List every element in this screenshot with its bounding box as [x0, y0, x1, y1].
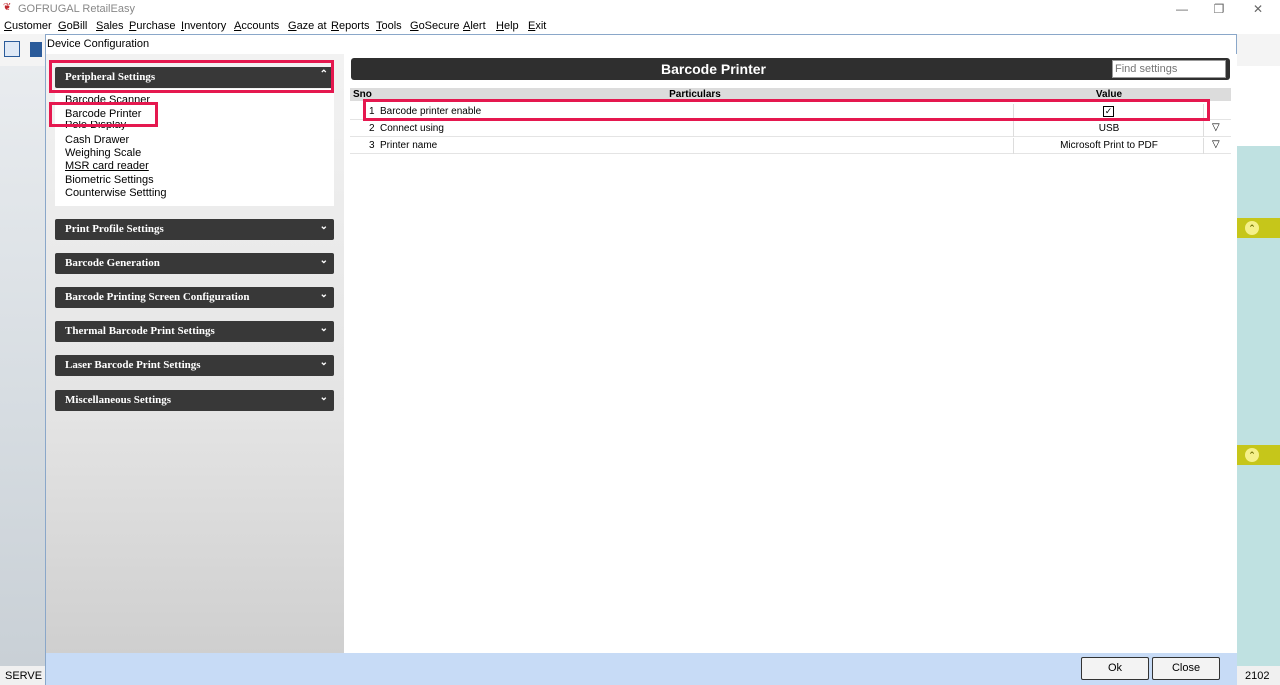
row-sno: 2: [369, 123, 375, 134]
dropdown-arrow-icon[interactable]: ▽: [1212, 139, 1220, 150]
menu-help[interactable]: Help: [496, 20, 519, 32]
chevron-up-icon[interactable]: ⌃: [1245, 448, 1259, 462]
section-laser-barcode[interactable]: Laser Barcode Print Settings ⌄: [55, 355, 334, 376]
collapse-bar[interactable]: ⌃: [1237, 445, 1280, 465]
row-particulars: Connect using: [380, 123, 444, 134]
table-row[interactable]: 3 Printer name Microsoft Print to PDF ▽: [350, 138, 1231, 154]
menu-reports[interactable]: Reports: [331, 20, 370, 32]
dialog-title: Device Configuration: [47, 38, 150, 50]
highlight-enable-row: [363, 99, 1210, 121]
panel-title: Barcode Printer: [660, 61, 767, 77]
list-item-counterwise-setting[interactable]: Counterwise Settting: [65, 187, 167, 199]
chevron-down-icon[interactable]: ⌄: [320, 289, 328, 300]
toolbar: [0, 34, 45, 66]
menu-exit[interactable]: Exit: [528, 20, 546, 32]
chevron-down-icon[interactable]: ⌄: [320, 255, 328, 266]
background-panel-right-top: [1237, 66, 1280, 146]
close-window-icon[interactable]: ✕: [1243, 1, 1273, 17]
menu-purchase[interactable]: Purchase: [129, 20, 175, 32]
dropdown-arrow-icon[interactable]: ▽: [1212, 122, 1220, 133]
chevron-up-icon[interactable]: ⌃: [1245, 221, 1259, 235]
menu-tools[interactable]: Tools: [376, 20, 402, 32]
row-sno: 3: [369, 140, 375, 151]
section-label: Barcode Generation: [65, 257, 160, 269]
connect-using-value[interactable]: USB: [1014, 123, 1204, 134]
chevron-down-icon[interactable]: ⌄: [320, 392, 328, 403]
status-left: SERVE: [5, 670, 43, 682]
ok-button[interactable]: Ok: [1081, 657, 1149, 680]
section-print-profile-settings[interactable]: Print Profile Settings ⌄: [55, 219, 334, 240]
menu-gaze-at[interactable]: Gaze at: [288, 20, 327, 32]
cell-divider: [1203, 121, 1204, 137]
minimize-icon[interactable]: —: [1167, 1, 1197, 17]
section-thermal-barcode[interactable]: Thermal Barcode Print Settings ⌄: [55, 321, 334, 342]
background-panel-left: [0, 66, 45, 666]
highlight-peripheral-settings: [49, 60, 334, 93]
highlight-barcode-printer: [49, 102, 158, 127]
section-barcode-printing-screen[interactable]: Barcode Printing Screen Configuration ⌄: [55, 287, 334, 308]
list-item-biometric-settings[interactable]: Biometric Settings: [65, 174, 154, 186]
menu-accounts[interactable]: Accounts: [234, 20, 279, 32]
close-button[interactable]: Close: [1152, 657, 1220, 680]
dialog-footer: [46, 653, 1237, 685]
close-label: Close: [1171, 662, 1201, 674]
row-particulars: Printer name: [380, 140, 438, 151]
title-bar: [0, 0, 1280, 19]
status-right: 2102: [1245, 670, 1270, 682]
document-icon[interactable]: [4, 41, 20, 57]
app-logo-icon: ❦: [3, 2, 12, 13]
chevron-down-icon[interactable]: ⌄: [320, 221, 328, 232]
cell-divider: [1203, 138, 1204, 154]
save-icon[interactable]: [30, 42, 42, 57]
section-label: Barcode Printing Screen Configuration: [65, 291, 250, 303]
menu-gosecure[interactable]: GoSecure: [410, 20, 460, 32]
collapse-bar[interactable]: ⌃: [1237, 218, 1280, 238]
section-label: Thermal Barcode Print Settings: [65, 325, 215, 337]
ok-label: Ok: [1107, 662, 1123, 674]
section-label: Laser Barcode Print Settings: [65, 359, 201, 371]
menu-bar: Customer GoBill Sales Purchase Inventory…: [0, 19, 1280, 34]
section-label: Print Profile Settings: [65, 223, 164, 235]
list-item-cash-drawer[interactable]: Cash Drawer: [65, 134, 129, 146]
table-row[interactable]: 2 Connect using USB ▽: [350, 121, 1231, 137]
printer-name-value[interactable]: Microsoft Print to PDF: [1014, 140, 1204, 151]
maximize-icon[interactable]: ❐: [1204, 1, 1234, 17]
menu-alert[interactable]: Alert: [463, 20, 486, 32]
menu-sales[interactable]: Sales: [96, 20, 124, 32]
find-settings-input[interactable]: [1112, 60, 1226, 78]
list-item-weighing-scale[interactable]: Weighing Scale: [65, 147, 141, 159]
panel-header: Barcode Printer: [351, 58, 1230, 80]
menu-inventory[interactable]: Inventory: [181, 20, 226, 32]
chevron-down-icon[interactable]: ⌄: [320, 357, 328, 368]
menu-customer[interactable]: Customer: [4, 20, 52, 32]
list-item-msr-card-reader[interactable]: MSR card reader: [65, 160, 149, 172]
chevron-down-icon[interactable]: ⌄: [320, 323, 328, 334]
menu-gobill[interactable]: GoBill: [58, 20, 87, 32]
section-barcode-generation[interactable]: Barcode Generation ⌄: [55, 253, 334, 274]
section-miscellaneous[interactable]: Miscellaneous Settings ⌄: [55, 390, 334, 411]
section-label: Miscellaneous Settings: [65, 394, 172, 406]
app-title: GOFRUGAL RetailEasy: [18, 3, 135, 15]
